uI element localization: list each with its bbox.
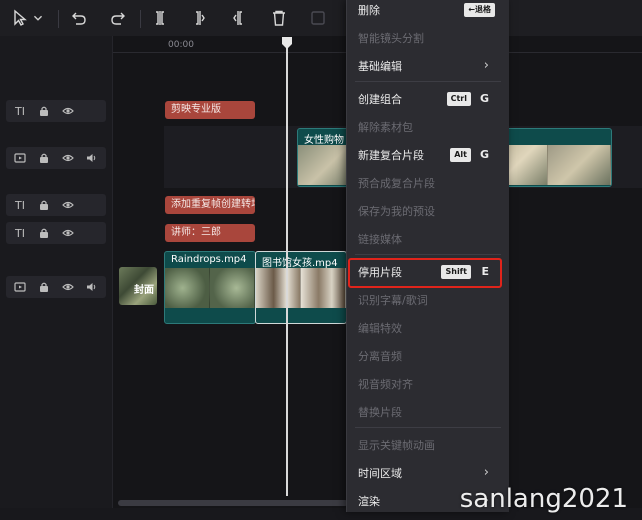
- redo-button[interactable]: [106, 6, 130, 30]
- menu-item-edit-effects: 编辑特效: [358, 322, 402, 335]
- lock-icon[interactable]: [36, 225, 52, 241]
- delete-button[interactable]: [267, 6, 291, 30]
- timeline-toolbar: [0, 0, 642, 37]
- eye-icon[interactable]: [60, 103, 76, 119]
- split-left-button[interactable]: [188, 6, 212, 30]
- video-clip-raindrops[interactable]: Raindrops.mp4: [164, 251, 256, 324]
- eye-icon[interactable]: [60, 279, 76, 295]
- chevron-right-icon: ›: [483, 465, 489, 480]
- menu-item-precompose: 预合成复合片段: [358, 177, 435, 190]
- clip-name: 女性购物: [304, 135, 344, 146]
- chevron-right-icon: ›: [483, 58, 489, 73]
- split-button[interactable]: [148, 6, 172, 30]
- split-right-button[interactable]: [226, 6, 250, 30]
- shortcut-backspace: ←退格: [464, 3, 495, 17]
- text-track-icon: TI: [15, 198, 25, 212]
- redo-icon: [111, 12, 125, 25]
- menu-item-av-align: 视音频对齐: [358, 378, 413, 391]
- text-track-icon: TI: [15, 226, 25, 240]
- editor-window: TI TI TI 00:00 封面 剪映专业版 添加重复帧创建转场 讲师：三郎 …: [0, 0, 642, 520]
- menu-item-replace-clip: 替换片段: [358, 406, 402, 419]
- text-clip-title[interactable]: 剪映专业版: [165, 101, 255, 119]
- freeze-frame-button[interactable]: [306, 6, 330, 30]
- menu-item-create-group[interactable]: 创建组合 Ctrl G: [347, 86, 509, 112]
- lock-icon[interactable]: [36, 150, 52, 166]
- video-track-icon: [12, 279, 28, 295]
- freeze-icon: [311, 11, 325, 25]
- toolbar-divider: [58, 10, 59, 28]
- eye-icon[interactable]: [60, 225, 76, 241]
- shortcut-key: G: [479, 148, 489, 161]
- video-track-icon: [12, 150, 28, 166]
- menu-item-link-media: 链接媒体: [358, 233, 402, 246]
- ruler-timecode: 00:00: [168, 40, 194, 50]
- text-track-controls: TI: [6, 100, 106, 122]
- split-right-icon: [233, 11, 242, 25]
- split-icon: [156, 11, 164, 25]
- menu-item-new-compound[interactable]: 新建复合片段 Alt G: [347, 142, 509, 168]
- menu-item-time-range[interactable]: 时间区域 ›: [347, 460, 509, 486]
- menu-item-show-keyframes: 显示关键帧动画: [358, 439, 435, 452]
- speaker-icon[interactable]: [84, 150, 100, 166]
- cover-thumbnail[interactable]: 封面: [119, 267, 157, 305]
- watermark: sanlang2021: [459, 484, 628, 514]
- video-clip-library-girl[interactable]: 图书馆女孩.mp4: [255, 251, 347, 324]
- split-left-icon: [196, 11, 205, 25]
- cursor-icon: [14, 9, 27, 26]
- shortcut-key: G: [479, 92, 489, 105]
- shortcut-alt: Alt: [450, 148, 471, 162]
- video-track-controls: [6, 147, 106, 169]
- eye-icon[interactable]: [60, 150, 76, 166]
- context-menu: 删除 ←退格 智能镜头分割 基础编辑 › 创建组合 Ctrl G 解除素材包 新…: [346, 0, 509, 512]
- text-track-controls: TI: [6, 222, 106, 244]
- playhead-line[interactable]: [286, 40, 288, 496]
- clip-thumbnails: [256, 268, 346, 308]
- menu-divider: [355, 254, 501, 255]
- menu-item-separate-audio: 分离音频: [358, 350, 402, 363]
- menu-item-ungroup-package: 解除素材包: [358, 121, 413, 134]
- menu-divider: [355, 81, 501, 82]
- menu-item-recognize-subtitles: 识别字幕/歌词: [358, 294, 428, 307]
- text-clip-instructor[interactable]: 讲师：三郎: [165, 224, 255, 242]
- speaker-icon[interactable]: [84, 279, 100, 295]
- menu-divider: [355, 427, 501, 428]
- menu-item-smart-split: 智能镜头分割: [358, 32, 424, 45]
- menu-item-delete[interactable]: 删除 ←退格: [347, 0, 509, 23]
- lock-icon[interactable]: [36, 103, 52, 119]
- select-tool-button[interactable]: [8, 6, 32, 30]
- shortcut-ctrl: Ctrl: [446, 92, 471, 106]
- text-track-icon: TI: [15, 104, 25, 118]
- track-header-panel: TI TI TI: [0, 36, 113, 508]
- select-dropdown-button[interactable]: [30, 6, 46, 30]
- main-video-track-controls: [6, 276, 106, 298]
- trash-icon: [273, 10, 285, 26]
- toolbar-divider: [140, 10, 141, 28]
- menu-item-save-preset: 保存为我的预设: [358, 205, 435, 218]
- clip-name: Raindrops.mp4: [171, 254, 247, 265]
- undo-button[interactable]: [67, 6, 91, 30]
- timeline-scrollbar[interactable]: [118, 500, 348, 506]
- playhead-handle-icon[interactable]: [280, 36, 294, 50]
- text-clip-overlay[interactable]: 添加重复帧创建转场: [165, 196, 255, 214]
- chevron-down-icon: [33, 15, 43, 21]
- clip-thumbnails: [165, 268, 255, 308]
- clip-name: 图书馆女孩.mp4: [262, 258, 338, 269]
- highlight-box: [348, 258, 502, 288]
- lock-icon[interactable]: [36, 197, 52, 213]
- cover-label: 封面: [134, 285, 154, 296]
- eye-icon[interactable]: [60, 197, 76, 213]
- text-track-controls: TI: [6, 194, 106, 216]
- undo-icon: [72, 12, 86, 25]
- lock-icon[interactable]: [36, 279, 52, 295]
- menu-item-basic-edit[interactable]: 基础编辑 ›: [347, 53, 509, 79]
